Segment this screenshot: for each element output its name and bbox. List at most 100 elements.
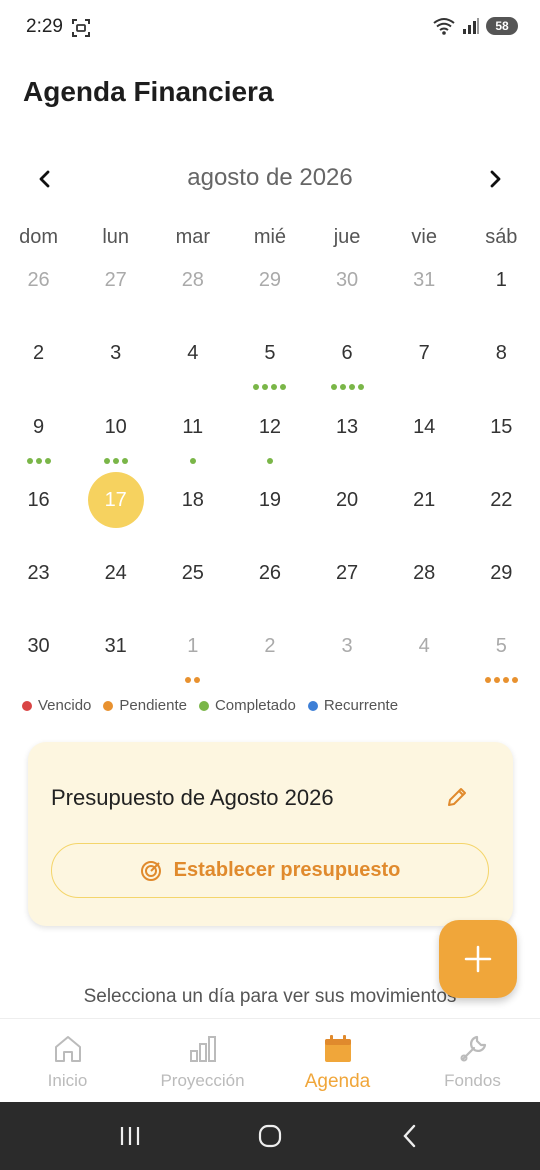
calendar-day[interactable]: 9 (0, 395, 77, 468)
calendar-day[interactable]: 3 (309, 614, 386, 687)
event-dots (0, 457, 77, 464)
calendar-day[interactable]: 31 (77, 614, 154, 687)
event-dot (121, 457, 128, 464)
back-button[interactable] (390, 1116, 430, 1156)
add-button[interactable] (439, 920, 517, 998)
calendar-day[interactable]: 23 (0, 541, 77, 614)
calendar-day[interactable]: 1 (154, 614, 231, 687)
calendar-day[interactable]: 12 (231, 395, 308, 468)
calendar-day[interactable]: 2 (0, 321, 77, 394)
calendar-day-number: 3 (341, 635, 353, 658)
nav-label: Inicio (47, 1071, 88, 1090)
calendar-day[interactable]: 29 (463, 541, 540, 614)
calendar-day[interactable]: 3 (77, 321, 154, 394)
weekday-header: dom lun mar mié jue vie sáb (0, 226, 540, 249)
calendar-day[interactable]: 1 (463, 248, 540, 321)
nav-item-agenda[interactable]: Agenda (270, 1019, 405, 1102)
calendar-day[interactable]: 18 (154, 468, 231, 541)
calendar-day[interactable]: 21 (386, 468, 463, 541)
calendar-day[interactable]: 28 (154, 248, 231, 321)
target-icon (140, 860, 161, 881)
calendar-day[interactable]: 28 (386, 541, 463, 614)
nav-label: Proyección (160, 1071, 245, 1090)
calendar-grid: 26 27 28 29 30 31 1 2 3 4 5 6 7 8 9 10 11 12 13 14 15 16 17 18 1… (0, 248, 540, 688)
event-dot (262, 384, 269, 391)
event-dot (511, 677, 518, 684)
calendar-day[interactable]: 15 (463, 395, 540, 468)
calendar-day[interactable]: 26 (231, 541, 308, 614)
weekday-label: jue (333, 226, 361, 248)
legend-item: Recurrente (307, 697, 398, 714)
event-dot (35, 457, 42, 464)
calendar-day-number: 1 (495, 269, 507, 291)
calendar-day[interactable]: 27 (309, 541, 386, 614)
calendar-day[interactable]: 24 (77, 541, 154, 614)
signal-icon (463, 18, 479, 34)
event-dot (112, 457, 119, 464)
calendar-day-number: 28 (181, 269, 204, 291)
calendar-day[interactable]: 8 (463, 321, 540, 394)
event-dots (231, 384, 308, 391)
calendar-day[interactable]: 26 (0, 248, 77, 321)
event-dots (463, 677, 540, 684)
event-dot (280, 384, 287, 391)
calendar-day-number: 1 (187, 635, 199, 658)
calendar-day[interactable]: 4 (386, 614, 463, 687)
weekday-label: mié (253, 226, 287, 248)
calendar-day-number: 5 (264, 342, 276, 365)
calendar-day[interactable]: 2 (231, 614, 308, 687)
calendar-day[interactable]: 17 (77, 468, 154, 541)
calendar-day-number: 2 (33, 342, 45, 365)
nav-item-fondos[interactable]: Fondos (405, 1019, 540, 1102)
weekday-label: mar (175, 226, 211, 248)
calendar-day[interactable]: 11 (154, 395, 231, 468)
nav-label: Agenda (304, 1071, 371, 1092)
calendar-day-number: 14 (413, 415, 436, 438)
calendar-day[interactable]: 10 (77, 395, 154, 468)
status-time: 2:29 (26, 16, 63, 37)
next-month-button[interactable] (480, 164, 510, 194)
budget-card: Presupuesto de Agosto 2026 Establecer pr… (28, 742, 513, 926)
calendar-day-number: 25 (181, 562, 204, 585)
edit-icon[interactable] (445, 785, 469, 809)
calendar-day[interactable]: 31 (386, 248, 463, 321)
calendar-day[interactable]: 30 (309, 248, 386, 321)
nav-item-proyeccion[interactable]: Proyección (135, 1019, 270, 1102)
event-dot (194, 677, 201, 684)
calendar-day-number: 22 (490, 488, 513, 511)
calendar-day-number: 4 (187, 342, 199, 365)
home-button[interactable] (250, 1116, 290, 1156)
calendar-day[interactable]: 5 (231, 321, 308, 394)
event-dots (231, 457, 308, 464)
calendar-day[interactable]: 25 (154, 541, 231, 614)
calendar-day[interactable]: 27 (77, 248, 154, 321)
calendar-day[interactable]: 29 (231, 248, 308, 321)
calendar-day[interactable]: 30 (0, 614, 77, 687)
calendar-day[interactable]: 22 (463, 468, 540, 541)
calendar-day[interactable]: 6 (309, 321, 386, 394)
event-dots (154, 457, 231, 464)
event-dot (348, 384, 355, 391)
calendar-day[interactable]: 4 (154, 321, 231, 394)
calendar-day[interactable]: 20 (309, 468, 386, 541)
home-circle-icon (258, 1124, 282, 1148)
calendar-day-number: 29 (258, 269, 282, 291)
nav-item-inicio[interactable]: Inicio (0, 1019, 135, 1102)
legend-label: Completado (214, 697, 296, 714)
event-dot (185, 677, 192, 684)
calendar-day-number: 31 (104, 635, 127, 658)
calendar-day[interactable]: 14 (386, 395, 463, 468)
calendar-day[interactable]: 16 (0, 468, 77, 541)
calendar-day-number: 23 (27, 562, 50, 585)
calendar-day[interactable]: 5 (463, 614, 540, 687)
weekday-label: sáb (485, 226, 518, 248)
calendar-day-number: 26 (27, 269, 50, 291)
set-budget-button[interactable]: Establecer presupuesto (51, 843, 489, 898)
chevron-right-icon (490, 170, 501, 188)
calendar-day[interactable]: 7 (386, 321, 463, 394)
calendar-day[interactable]: 13 (309, 395, 386, 468)
recent-apps-button[interactable] (110, 1116, 150, 1156)
event-dot (357, 384, 364, 391)
calendar-day[interactable]: 19 (231, 468, 308, 541)
event-dot (26, 457, 33, 464)
